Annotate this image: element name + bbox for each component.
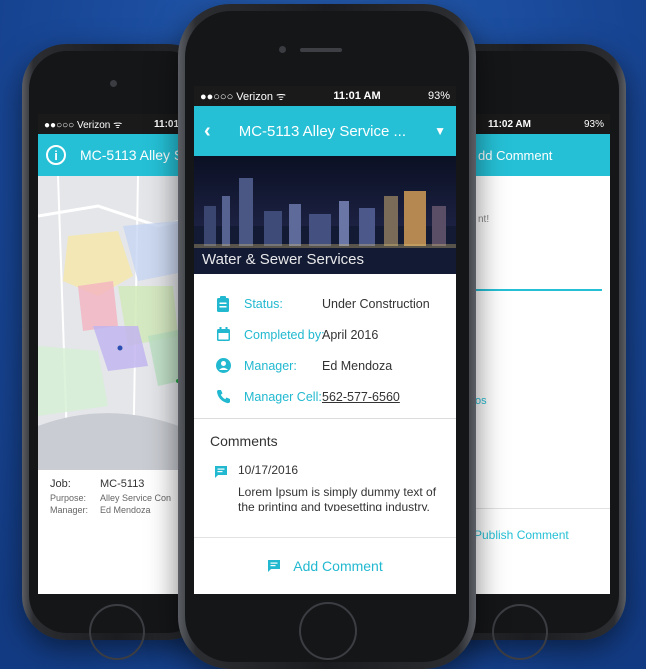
center-carrier: ●●○○○ Verizon ᯤ: [200, 90, 287, 103]
banner-caption: Water & Sewer Services: [202, 251, 364, 268]
left-phone-camera: [110, 80, 117, 87]
right-battery: 93%: [583, 118, 604, 130]
publish-comment-button[interactable]: Publish Comment: [474, 528, 569, 542]
clipboard-icon: [214, 295, 232, 312]
manager-label: Manager:: [244, 358, 297, 373]
dropdown-caret-icon[interactable]: ▼: [434, 124, 446, 138]
detail-row-status: Status: Under Construction: [194, 288, 456, 319]
add-comment-icon: [267, 559, 281, 573]
job-value: MC-5113: [100, 478, 145, 490]
right-home-button[interactable]: [492, 604, 548, 660]
right-title: dd Comment: [478, 147, 553, 163]
center-nav-bar: ‹ MC-5113 Alley Service ... ▼: [194, 106, 456, 156]
comment-icon: [214, 465, 228, 479]
details-section: Status: Under Construction Completed by:…: [194, 274, 456, 418]
person-icon: [214, 358, 232, 373]
center-battery: 93%: [427, 90, 450, 102]
manager-value-left: Ed Mendoza: [100, 505, 151, 515]
manager-label-left: Manager:: [50, 505, 89, 515]
city-banner: Water & Sewer Services: [194, 156, 456, 274]
center-home-button[interactable]: [299, 602, 357, 660]
right-prompt: nt!: [478, 214, 490, 225]
back-chevron-icon[interactable]: ‹: [204, 120, 211, 143]
center-screen: ●●○○○ Verizon ᯤ 11:01 AM 93% ‹ MC-5113 A…: [194, 86, 456, 594]
comment-date: 10/17/2016: [238, 463, 299, 477]
center-phone: ●●○○○ Verizon ᯤ 11:01 AM 93% ‹ MC-5113 A…: [178, 4, 476, 669]
manager-cell-label: Manager Cell:: [244, 389, 322, 404]
detail-row-cell: Manager Cell: 562-577-6560: [194, 381, 456, 412]
detail-row-manager: Manager: Ed Mendoza: [194, 350, 456, 381]
add-photos-link[interactable]: tos: [472, 395, 610, 407]
status-label: Status:: [244, 296, 283, 311]
completed-label: Completed by:: [244, 327, 325, 342]
calendar-icon: [214, 327, 232, 342]
purpose-value: Alley Service Con: [100, 493, 172, 503]
comments-heading: Comments: [210, 433, 278, 449]
job-label: Job:: [50, 478, 71, 490]
manager-cell-link[interactable]: 562-577-6560: [322, 390, 400, 404]
comment-input-underline[interactable]: [472, 289, 602, 291]
left-title: MC-5113 Alley S: [80, 147, 184, 163]
add-comment-bar[interactable]: Add Comment: [194, 537, 456, 594]
comment-item: 10/17/2016 Lorem Ipsum is simply dummy t…: [194, 449, 456, 511]
left-carrier: ●●○○○ Verizon ᯤ: [44, 120, 123, 131]
center-phone-speaker: [300, 48, 342, 52]
manager-value: Ed Mendoza: [322, 358, 393, 373]
add-comment-label: Add Comment: [293, 558, 383, 574]
completed-value: April 2016: [322, 327, 379, 342]
center-time: 11:01 AM: [333, 90, 381, 102]
right-time: 11:02 AM: [488, 118, 531, 130]
detail-row-completed: Completed by: April 2016: [194, 319, 456, 350]
comment-text: Lorem Ipsum is simply dummy text of the …: [238, 485, 437, 511]
center-phone-camera: [279, 46, 286, 53]
phone-icon: [214, 389, 232, 404]
purpose-label: Purpose:: [50, 493, 87, 503]
center-title: MC-5113 Alley Service ...: [238, 122, 407, 140]
left-home-button[interactable]: [89, 604, 145, 660]
status-value: Under Construction: [322, 296, 430, 311]
center-status-bar: ●●○○○ Verizon ᯤ 11:01 AM 93%: [194, 86, 456, 106]
info-icon[interactable]: i: [46, 145, 66, 165]
